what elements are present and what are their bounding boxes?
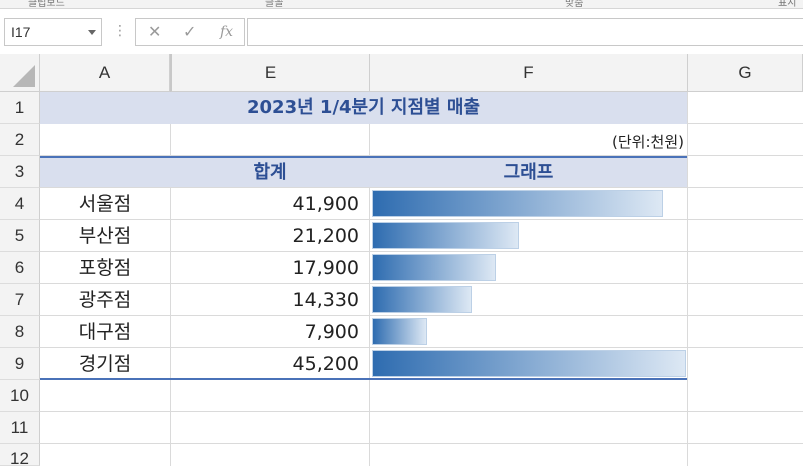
total-value-cell[interactable]: 7,900 bbox=[170, 316, 359, 347]
data-bar[interactable] bbox=[372, 286, 472, 313]
cancel-icon[interactable]: ✕ bbox=[148, 22, 161, 41]
header-total-cell[interactable]: 합계 bbox=[170, 158, 370, 187]
ribbon-group-font: 글꼴 bbox=[265, 0, 284, 9]
table-header-row: 합계 그래프 bbox=[40, 156, 687, 187]
formula-input[interactable] bbox=[247, 18, 803, 46]
data-bar[interactable] bbox=[372, 318, 427, 345]
column-header-e[interactable]: E bbox=[170, 54, 370, 92]
formula-bar: I17 ⋮ ✕ ✓ fx bbox=[0, 17, 803, 49]
insert-function-icon[interactable]: fx bbox=[220, 24, 233, 40]
gridline-h bbox=[40, 411, 803, 412]
branch-name-cell[interactable]: 포항점 bbox=[40, 252, 170, 283]
branch-name-cell[interactable]: 대구점 bbox=[40, 316, 170, 347]
gridline-h bbox=[40, 443, 803, 444]
header-graph-cell[interactable]: 그래프 bbox=[370, 158, 687, 187]
formula-bar-grip-icon[interactable]: ⋮ bbox=[113, 21, 127, 41]
ribbon-strip: 클립보드 글꼴 맞춤 표시 bbox=[0, 0, 803, 9]
column-header-a[interactable]: A bbox=[40, 54, 170, 92]
row-header-2[interactable]: 2 bbox=[0, 124, 40, 156]
row-header-3[interactable]: 3 bbox=[0, 156, 40, 188]
ribbon-group-clipboard: 클립보드 bbox=[28, 0, 65, 9]
total-value-cell[interactable]: 41,900 bbox=[170, 188, 359, 219]
row-header-5[interactable]: 5 bbox=[0, 220, 40, 252]
ribbon-group-number: 표시 bbox=[778, 0, 797, 9]
data-bar[interactable] bbox=[372, 254, 496, 281]
row-header-8[interactable]: 8 bbox=[0, 316, 40, 348]
select-all-button[interactable] bbox=[0, 54, 40, 92]
total-value-cell[interactable]: 14,330 bbox=[170, 284, 359, 315]
unit-note-cell[interactable]: (단위:천원) bbox=[370, 124, 684, 155]
sheet-title-cell[interactable]: 2023년 1/4분기 지점별 매출 bbox=[40, 92, 687, 124]
row-header-10[interactable]: 10 bbox=[0, 380, 40, 412]
chevron-down-icon[interactable] bbox=[88, 30, 96, 35]
name-box-value: I17 bbox=[11, 24, 31, 40]
total-value-cell[interactable]: 45,200 bbox=[170, 348, 359, 379]
row-header-9[interactable]: 9 bbox=[0, 348, 40, 380]
branch-name-cell[interactable]: 경기점 bbox=[40, 348, 170, 379]
gridline-v bbox=[687, 92, 688, 466]
row-header-11[interactable]: 11 bbox=[0, 412, 40, 444]
row-header-6[interactable]: 6 bbox=[0, 252, 40, 284]
row-header-1[interactable]: 1 bbox=[0, 92, 40, 124]
column-headers: A E F G bbox=[0, 54, 803, 92]
branch-name-cell[interactable]: 부산점 bbox=[40, 220, 170, 251]
total-value-cell[interactable]: 17,900 bbox=[170, 252, 359, 283]
total-value-cell[interactable]: 21,200 bbox=[170, 220, 359, 251]
data-bar[interactable] bbox=[372, 350, 686, 377]
row-header-12[interactable]: 12 bbox=[0, 444, 40, 468]
column-header-f[interactable]: F bbox=[370, 54, 688, 92]
column-header-g[interactable]: G bbox=[688, 54, 803, 92]
data-bar[interactable] bbox=[372, 222, 519, 249]
formula-buttons: ✕ ✓ fx bbox=[135, 18, 245, 46]
select-all-triangle-icon bbox=[13, 65, 35, 87]
row-header-7[interactable]: 7 bbox=[0, 284, 40, 316]
branch-name-cell[interactable]: 광주점 bbox=[40, 284, 170, 315]
enter-icon[interactable]: ✓ bbox=[183, 22, 196, 41]
data-bar[interactable] bbox=[372, 190, 663, 217]
branch-name-cell[interactable]: 서울점 bbox=[40, 188, 170, 219]
ribbon-group-alignment: 맞춤 bbox=[565, 0, 584, 9]
row-header-4[interactable]: 4 bbox=[0, 188, 40, 220]
name-box[interactable]: I17 bbox=[4, 18, 102, 46]
table-bottom-border bbox=[40, 378, 687, 380]
